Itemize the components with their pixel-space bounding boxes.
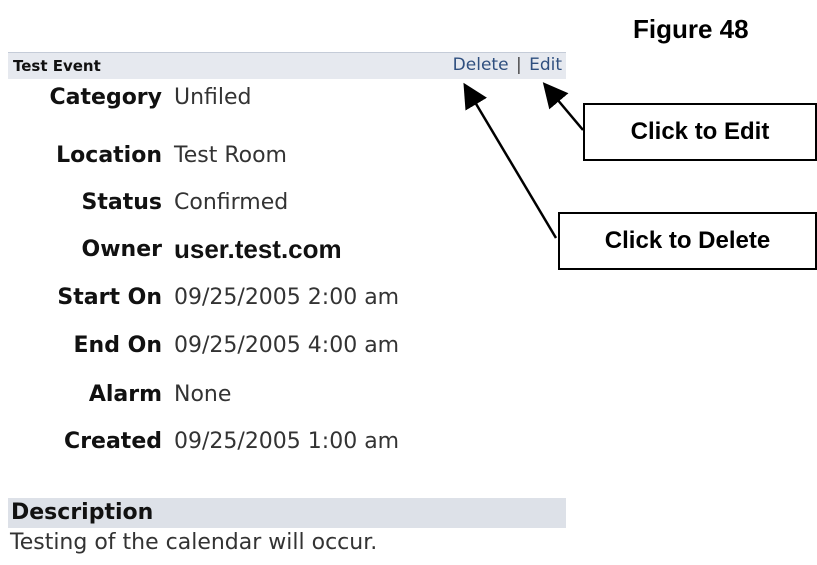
arrow-to-edit	[542, 82, 584, 131]
callout-arrows	[463, 82, 584, 239]
arrow-to-delete	[463, 82, 558, 239]
